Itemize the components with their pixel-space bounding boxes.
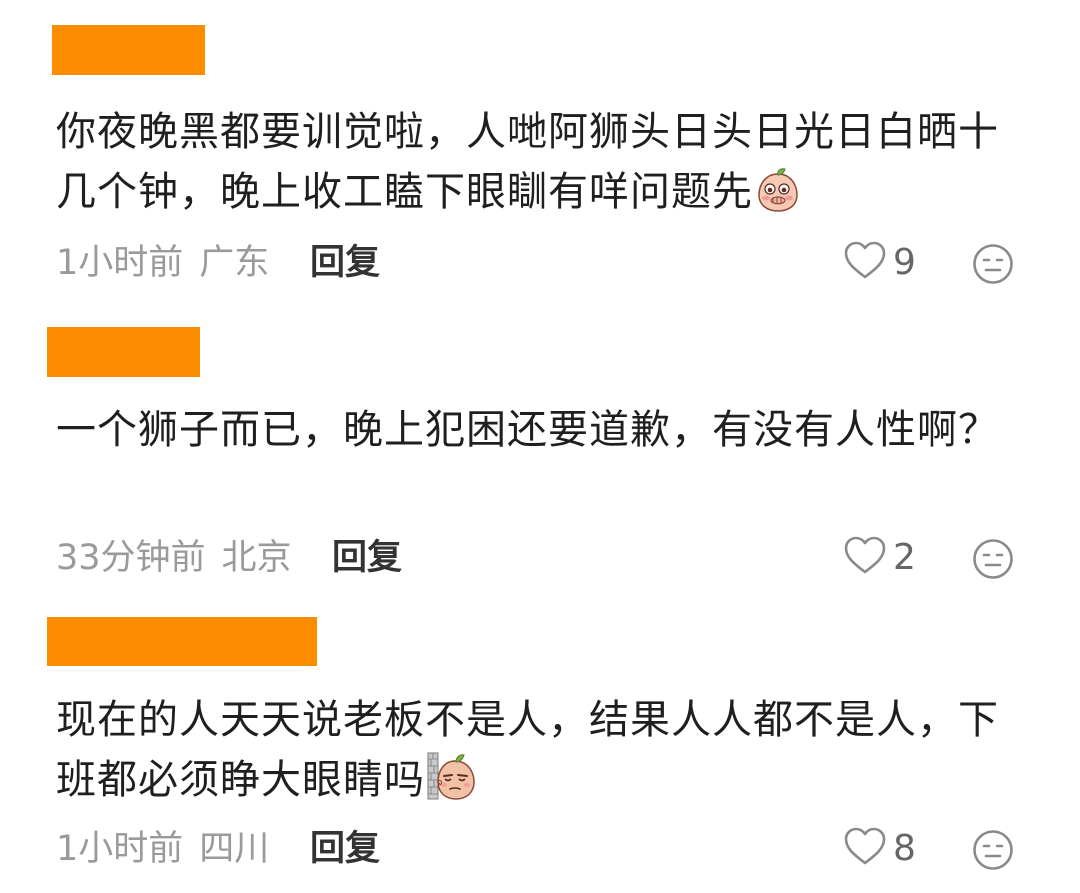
reply-button[interactable]: 回复 bbox=[332, 536, 402, 580]
redacted-username bbox=[47, 617, 317, 666]
like-count: 2 bbox=[893, 537, 916, 578]
dislike-face-icon[interactable] bbox=[972, 538, 1014, 580]
comment-location: 四川 bbox=[199, 829, 270, 869]
dislike-face-icon[interactable] bbox=[972, 829, 1014, 871]
comment-text: 一个狮子而已，晚上犯困还要道歉，有没有人性啊？ bbox=[56, 400, 1031, 460]
like-button[interactable]: 2 bbox=[843, 536, 916, 580]
comment-body: 现在的人天天说老板不是人，结果人人都不是人，下班都必须睁大眼睛吗 bbox=[56, 697, 999, 803]
dislike-face-icon[interactable] bbox=[972, 243, 1014, 285]
reply-button[interactable]: 回复 bbox=[310, 827, 380, 871]
comment-text: 现在的人天天说老板不是人，结果人人都不是人，下班都必须睁大眼睛吗 bbox=[56, 690, 1031, 818]
comment-location: 广东 bbox=[199, 243, 270, 283]
comment-body: 你夜晚黑都要训觉啦，人哋阿狮头日头日光日白晒十几个钟，晚上收工瞌下眼瞓有咩问题先 bbox=[56, 109, 999, 215]
peach-covering-mouth-emoji-icon bbox=[755, 167, 801, 230]
comment-body: 一个狮子而已，晚上犯困还要道歉，有没有人性啊？ bbox=[56, 407, 999, 453]
heart-icon bbox=[843, 536, 887, 580]
heart-icon bbox=[843, 827, 887, 871]
heart-icon bbox=[843, 241, 887, 285]
redacted-username bbox=[52, 25, 205, 75]
reply-button[interactable]: 回复 bbox=[310, 241, 380, 285]
comment-meta: 33分钟前 北京 bbox=[56, 536, 292, 580]
like-button[interactable]: 9 bbox=[843, 241, 916, 285]
like-button[interactable]: 8 bbox=[843, 827, 916, 871]
redacted-username bbox=[47, 327, 200, 377]
peach-peeking-behind-wall-emoji-icon bbox=[427, 751, 479, 818]
comment-meta: 1小时前 广东 bbox=[56, 241, 269, 285]
like-count: 8 bbox=[893, 828, 916, 869]
comment-location: 北京 bbox=[221, 538, 292, 578]
comment-time: 1小时前 bbox=[56, 829, 184, 869]
comment-time: 33分钟前 bbox=[56, 538, 206, 578]
comment-text: 你夜晚黑都要训觉啦，人哋阿狮头日头日光日白晒十几个钟，晚上收工瞌下眼瞓有咩问题先 bbox=[56, 102, 1031, 230]
like-count: 9 bbox=[893, 242, 916, 283]
comment-meta: 1小时前 四川 bbox=[56, 827, 269, 871]
comment-time: 1小时前 bbox=[56, 243, 184, 283]
